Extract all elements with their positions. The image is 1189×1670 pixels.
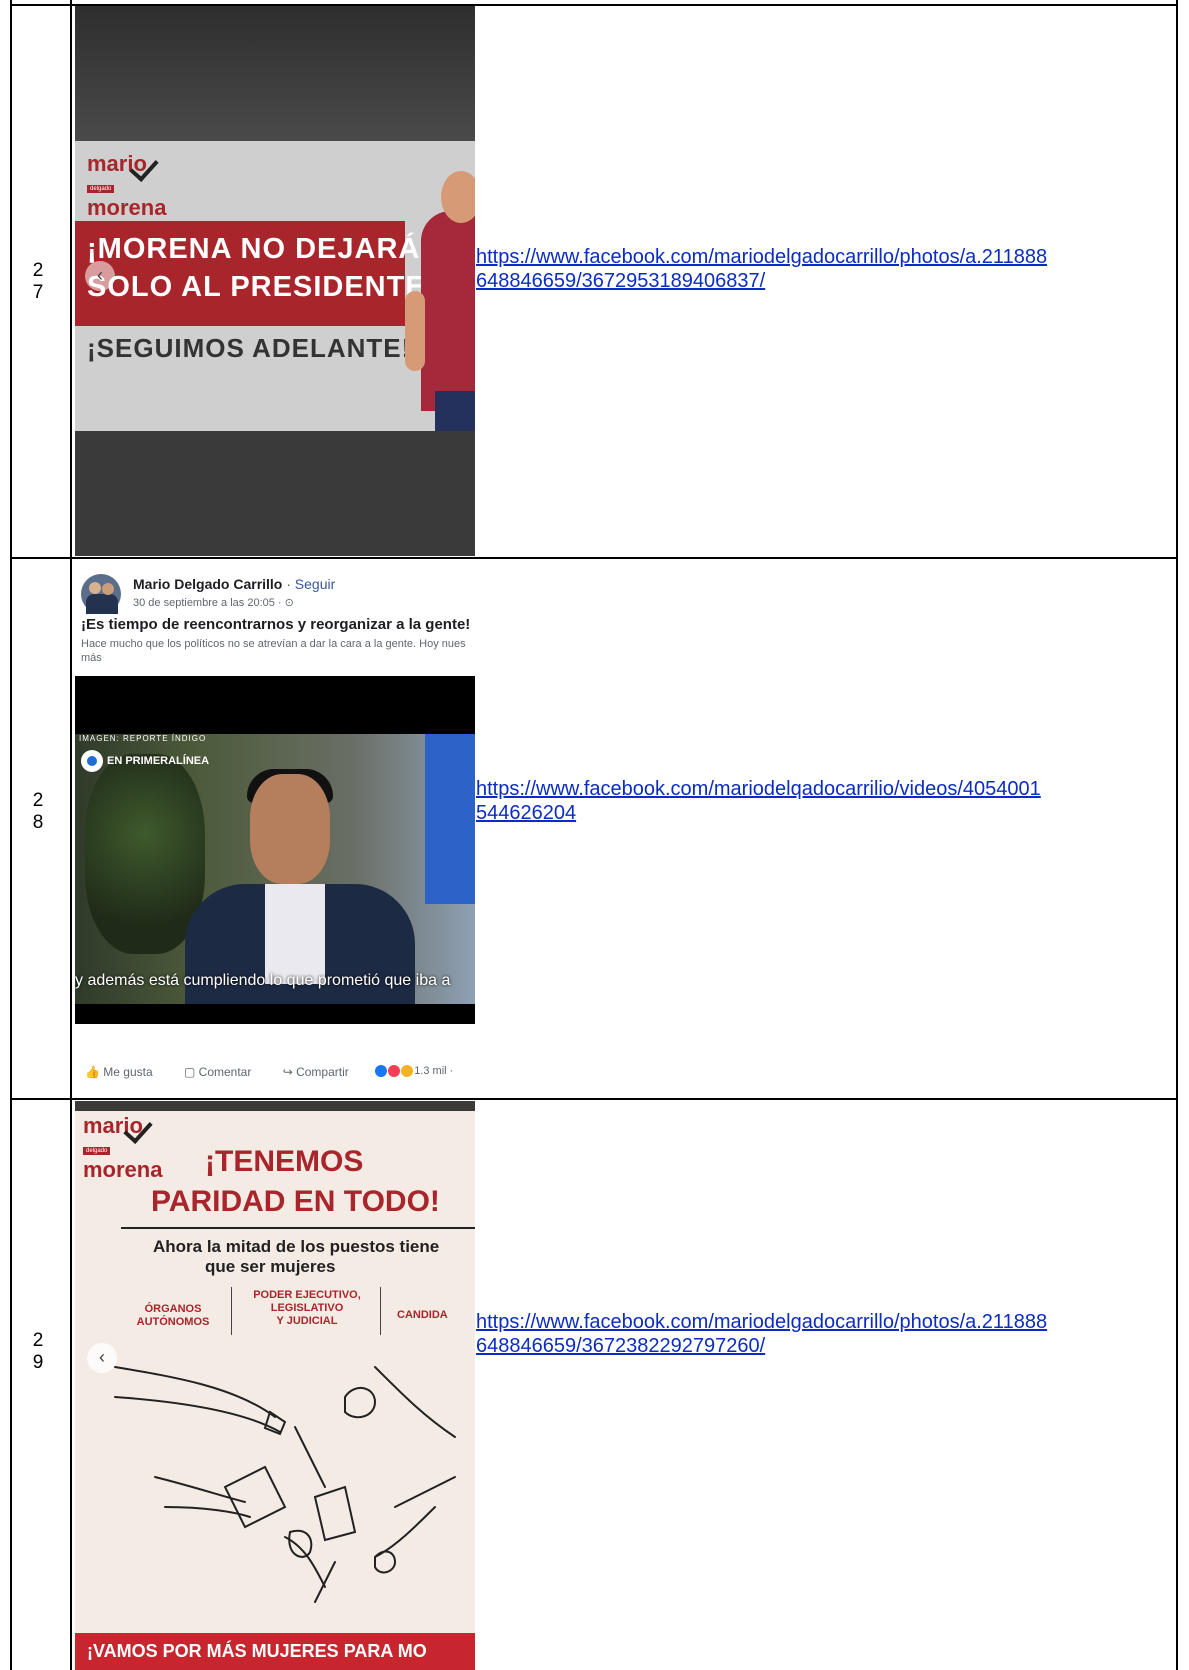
row-divider [10, 1098, 1178, 1100]
facebook-post-header: Mario Delgado Carrillo · Seguir 30 de se… [75, 560, 475, 670]
link-text[interactable]: https://www.facebook.com/mariodelgadocar… [476, 1310, 1166, 1334]
screenshot-image: Mario Delgado Carrillo · Seguir 30 de se… [75, 560, 475, 1097]
subtitle-line: que ser mujeres [205, 1257, 336, 1276]
category-separator [380, 1287, 381, 1335]
source-link[interactable]: https://www.facebook.com/mariodelgadocar… [476, 1310, 1166, 1358]
brand-logo-icon [81, 750, 103, 772]
bottom-banner-text: ¡VAMOS POR MÁS MUJERES PARA MO [87, 1641, 427, 1661]
video-frame [75, 734, 475, 1004]
image-panel: mario delgado morena ¡MORENA NO DEJARÁ S… [75, 141, 475, 431]
avatar [81, 574, 121, 614]
row-number-digit: 7 [32, 282, 44, 303]
row-number-digit: 2 [32, 1330, 44, 1351]
subtitle-line: Ahora la mitad de los puestos tiene [153, 1237, 440, 1256]
video-caption: y además está cumpliendo lo que prometió… [75, 972, 451, 989]
headline-line: SOLO AL PRESIDENTE! [87, 271, 437, 303]
table-border-right [1176, 0, 1178, 1670]
like-button[interactable]: 👍 Me gusta [85, 1065, 167, 1079]
image-top-strip [75, 1101, 475, 1111]
post-title: ¡Es tiempo de reencontrarnos y reorganiz… [81, 616, 471, 633]
row-number-digit: 2 [32, 790, 44, 811]
row-number: 2 9 [14, 1330, 62, 1374]
video-player[interactable]: IMAGEN: REPORTE ÍNDIGO EN PRIMERALÍNEA y… [75, 676, 475, 1024]
link-text[interactable]: https://www.facebook.com/mariodelqadocar… [476, 777, 1166, 801]
screenshot-image: mario delgado morena ¡TENEMOS PARIDAD EN… [75, 1101, 475, 1670]
category-label: CANDIDA [397, 1309, 448, 1321]
row-number-digit: 9 [32, 1352, 44, 1373]
link-text[interactable]: 648846659/3672953189406837/ [476, 269, 1166, 293]
headline-line: ¡TENEMOS [205, 1145, 364, 1178]
screenshot-image: mario delgado morena ¡MORENA NO DEJARÁ S… [75, 6, 475, 556]
link-text[interactable]: 648846659/3672382292797260/ [476, 1334, 1166, 1358]
table-border-left [10, 0, 12, 1670]
haha-reaction-icon [401, 1065, 414, 1078]
love-reaction-icon [388, 1065, 401, 1078]
like-reaction-icon [375, 1065, 387, 1078]
subheadline: ¡SEGUIMOS ADELANTE! [87, 333, 412, 363]
category-label: PODER EJECUTIVO, LEGISLATIVO Y JUDICIAL [253, 1289, 361, 1327]
reactions-summary[interactable]: 1.3 mil · [375, 1065, 453, 1078]
category-label: ÓRGANOS AUTÓNOMOS [136, 1303, 210, 1328]
row-number-digit: 8 [32, 812, 44, 833]
post-date: 30 de septiembre a las 20:05 · ⊙ [133, 597, 294, 609]
comment-button[interactable]: ▢ Comentar [184, 1065, 265, 1079]
chevron-left-icon[interactable]: ‹ [87, 1343, 117, 1373]
link-text[interactable]: https://www.facebook.com/mariodelgadocar… [476, 245, 1166, 269]
headline-line: PARIDAD EN TODO! [151, 1185, 440, 1218]
see-more-link[interactable]: más [81, 652, 102, 664]
row-number-digit: 2 [32, 260, 44, 281]
table-border-number-column [70, 0, 72, 1670]
row-divider [10, 557, 1178, 559]
source-link[interactable]: https://www.facebook.com/mariodelgadocar… [476, 245, 1166, 293]
post-author[interactable]: Mario Delgado Carrillo · Seguir [133, 576, 335, 592]
divider [121, 1227, 475, 1229]
link-text[interactable]: 544626204 [476, 801, 1166, 825]
source-link[interactable]: https://www.facebook.com/mariodelqadocar… [476, 777, 1166, 825]
share-button[interactable]: ↪ Compartir [283, 1065, 363, 1079]
follow-link[interactable]: · Seguir [286, 576, 335, 592]
post-description: Hace mucho que los políticos no se atrev… [81, 638, 466, 650]
headline-line: ¡MORENA NO DEJARÁ [87, 233, 421, 265]
row-number: 2 8 [14, 790, 62, 834]
image-background [75, 6, 475, 141]
video-credit: IMAGEN: REPORTE ÍNDIGO [79, 734, 207, 743]
category-separator [231, 1287, 232, 1335]
video-brand: EN PRIMERALÍNEA [81, 750, 209, 772]
row-number: 2 7 [14, 260, 62, 304]
chevron-left-icon[interactable]: ‹ [85, 261, 115, 291]
hands-voting-illustration [114, 1366, 456, 1603]
